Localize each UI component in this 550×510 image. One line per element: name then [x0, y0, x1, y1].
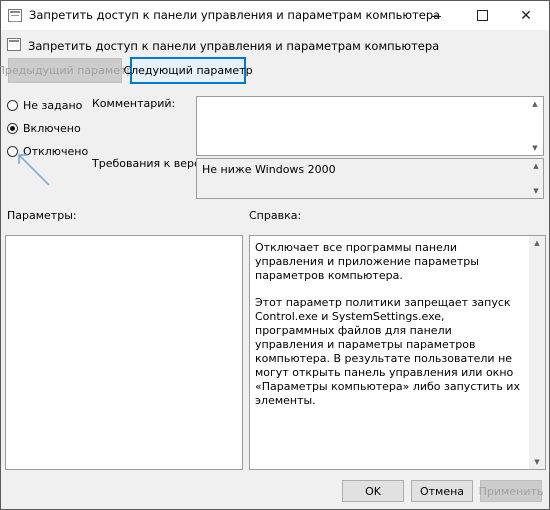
annotation-arrow-icon	[18, 154, 50, 186]
version-scrollbar[interactable]: ▲ ▼	[528, 158, 544, 199]
radio-button[interactable]	[7, 100, 18, 111]
apply-button[interactable]: Применить	[479, 480, 543, 502]
scroll-down-icon[interactable]: ▼	[529, 455, 545, 469]
comment-scrollbar[interactable]: ▲ ▼	[527, 97, 543, 155]
radio-enabled[interactable]: Включено	[7, 122, 81, 135]
parameters-label: Параметры:	[7, 209, 77, 222]
radio-label: Включено	[23, 122, 81, 135]
policy-title: Запретить доступ к панели управления и п…	[28, 39, 440, 53]
scroll-up-icon[interactable]: ▲	[529, 236, 545, 250]
radio-label: Не задано	[23, 99, 83, 112]
scroll-down-icon[interactable]: ▼	[528, 184, 544, 198]
help-paragraph: Этот параметр политики запрещает запуск …	[255, 296, 520, 407]
title-bar: Запретить доступ к панели управления и п…	[1, 1, 549, 30]
comment-label: Комментарий:	[92, 97, 176, 110]
minimize-icon	[431, 16, 441, 17]
previous-setting-button[interactable]: Предыдущий параметр	[0, 58, 133, 83]
comment-textarea[interactable]: ▲ ▼	[196, 96, 544, 156]
version-requirements-value: Не ниже Windows 2000	[202, 163, 336, 176]
maximize-button[interactable]	[459, 1, 505, 30]
help-paragraph: Отключает все программы панели управлени…	[255, 241, 479, 282]
cancel-button[interactable]: Отмена	[411, 480, 473, 502]
next-setting-button[interactable]: Следующий параметр	[123, 57, 253, 84]
help-scrollbar[interactable]: ▲ ▼	[529, 236, 545, 469]
window-title: Запретить доступ к панели управления и п…	[29, 8, 441, 22]
maximize-icon	[476, 10, 488, 21]
radio-button-checked[interactable]	[7, 123, 18, 134]
minimize-button[interactable]	[413, 1, 459, 30]
close-icon: ✕	[520, 7, 532, 24]
scroll-up-icon[interactable]: ▲	[528, 159, 544, 173]
policy-dialog-window: Запретить доступ к панели управления и п…	[0, 0, 550, 510]
scroll-up-icon[interactable]: ▲	[527, 97, 543, 111]
ok-button[interactable]: OK	[342, 480, 404, 502]
radio-not-configured[interactable]: Не задано	[7, 99, 82, 112]
scroll-down-icon[interactable]: ▼	[527, 141, 543, 155]
help-label: Справка:	[249, 209, 302, 222]
help-panel: Отключает все программы панели управлени…	[249, 235, 546, 470]
version-requirements-field: Не ниже Windows 2000 ▲ ▼	[196, 158, 544, 199]
close-button[interactable]: ✕	[503, 1, 549, 30]
policy-icon	[7, 38, 21, 51]
policy-icon	[8, 9, 22, 22]
parameters-panel	[5, 235, 243, 470]
